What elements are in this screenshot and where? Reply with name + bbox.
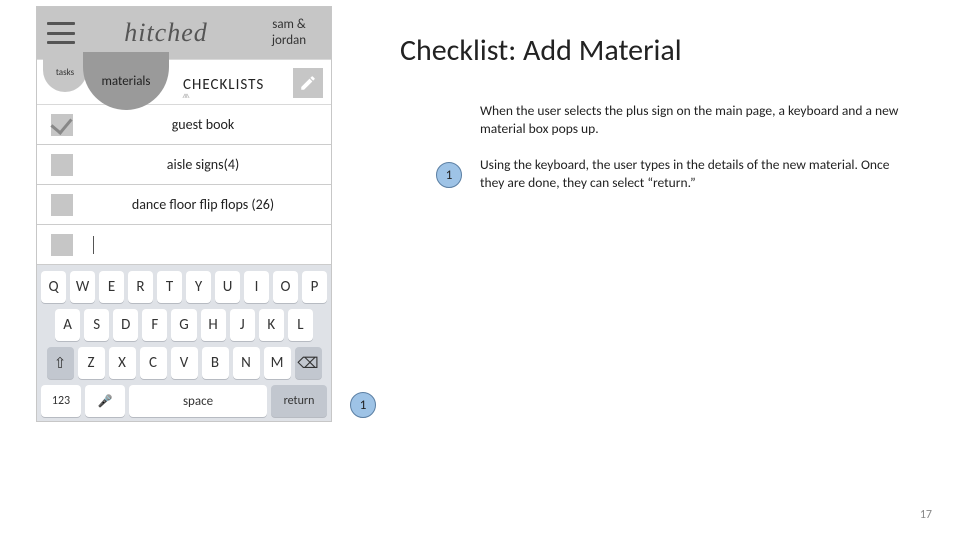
callout-badge-2: 1 [350, 392, 376, 418]
key-l[interactable]: L [288, 309, 313, 341]
key-g[interactable]: G [171, 309, 196, 341]
chevron-up-icon: ^^ [182, 92, 186, 106]
key-a[interactable]: A [55, 309, 80, 341]
key-j[interactable]: J [230, 309, 255, 341]
text-cursor [93, 236, 94, 254]
checkbox-icon[interactable] [51, 194, 73, 216]
key-z[interactable]: Z [78, 347, 105, 379]
key-r[interactable]: R [128, 271, 153, 303]
list-item-label: aisle signs(4) [89, 156, 317, 173]
key-s[interactable]: S [84, 309, 109, 341]
key-q[interactable]: Q [41, 271, 66, 303]
list-item-label: guest book [89, 116, 317, 133]
names-line2: jordan [257, 33, 321, 49]
list-item[interactable]: aisle signs(4) [37, 145, 331, 185]
tab-tasks[interactable]: tasks [43, 52, 87, 92]
checkbox-icon[interactable] [51, 154, 73, 176]
key-c[interactable]: C [140, 347, 167, 379]
callout-badge-1: 1 [436, 162, 462, 188]
key-w[interactable]: W [70, 271, 95, 303]
doc-paragraph-1: When the user selects the plus sign on t… [480, 102, 900, 138]
key-u[interactable]: U [215, 271, 240, 303]
keyboard-row-1: Q W E R T Y U I O P [41, 271, 327, 303]
edit-button[interactable] [293, 68, 323, 98]
keyboard-row-4: 123 🎤 space return [41, 385, 327, 417]
brand-logo: hitched [83, 18, 249, 48]
subheader: tasks materials CHECKLISTS ^^ [37, 59, 331, 105]
mic-key[interactable]: 🎤 [85, 385, 125, 417]
new-material-input-row[interactable] [37, 225, 331, 265]
subhead-title: CHECKLISTS [183, 76, 264, 104]
on-screen-keyboard: Q W E R T Y U I O P A S D F G H J K L ⇧ … [37, 265, 331, 421]
doc-paragraph-2: Using the keyboard, the user types in th… [480, 156, 900, 192]
checkbox-icon[interactable] [51, 234, 73, 256]
backspace-key[interactable]: ⌫ [295, 347, 322, 379]
key-y[interactable]: Y [186, 271, 211, 303]
key-n[interactable]: N [233, 347, 260, 379]
key-m[interactable]: M [264, 347, 291, 379]
phone-mockup: hitched sam & jordan tasks materials CHE… [36, 6, 332, 422]
key-f[interactable]: F [142, 309, 167, 341]
pencil-icon [299, 74, 317, 92]
names-line1: sam & [257, 17, 321, 33]
key-k[interactable]: K [259, 309, 284, 341]
numbers-key[interactable]: 123 [41, 385, 81, 417]
key-o[interactable]: O [273, 271, 298, 303]
return-key[interactable]: return [271, 385, 327, 417]
list-item[interactable]: dance floor flip flops (26) [37, 185, 331, 225]
mic-icon: 🎤 [98, 394, 113, 409]
key-e[interactable]: E [99, 271, 124, 303]
key-x[interactable]: X [109, 347, 136, 379]
key-b[interactable]: B [202, 347, 229, 379]
space-key[interactable]: space [129, 385, 267, 417]
list-item-label: dance floor flip flops (26) [89, 196, 317, 213]
page-title: Checklist: Add Material [400, 32, 682, 69]
key-t[interactable]: T [157, 271, 182, 303]
new-material-input[interactable] [89, 235, 317, 254]
checkbox-checked-icon[interactable] [51, 114, 73, 136]
key-v[interactable]: V [171, 347, 198, 379]
hamburger-icon[interactable] [47, 22, 75, 44]
list-item[interactable]: guest book [37, 105, 331, 145]
keyboard-row-2: A S D F G H J K L [41, 309, 327, 341]
key-h[interactable]: H [201, 309, 226, 341]
tab-materials[interactable]: materials [83, 52, 169, 110]
key-d[interactable]: D [113, 309, 138, 341]
page-number: 17 [920, 508, 932, 522]
key-i[interactable]: I [244, 271, 269, 303]
keyboard-row-3: ⇧ Z X C V B N M ⌫ [41, 347, 327, 379]
user-names[interactable]: sam & jordan [257, 17, 321, 48]
shift-key[interactable]: ⇧ [47, 347, 74, 379]
key-p[interactable]: P [302, 271, 327, 303]
